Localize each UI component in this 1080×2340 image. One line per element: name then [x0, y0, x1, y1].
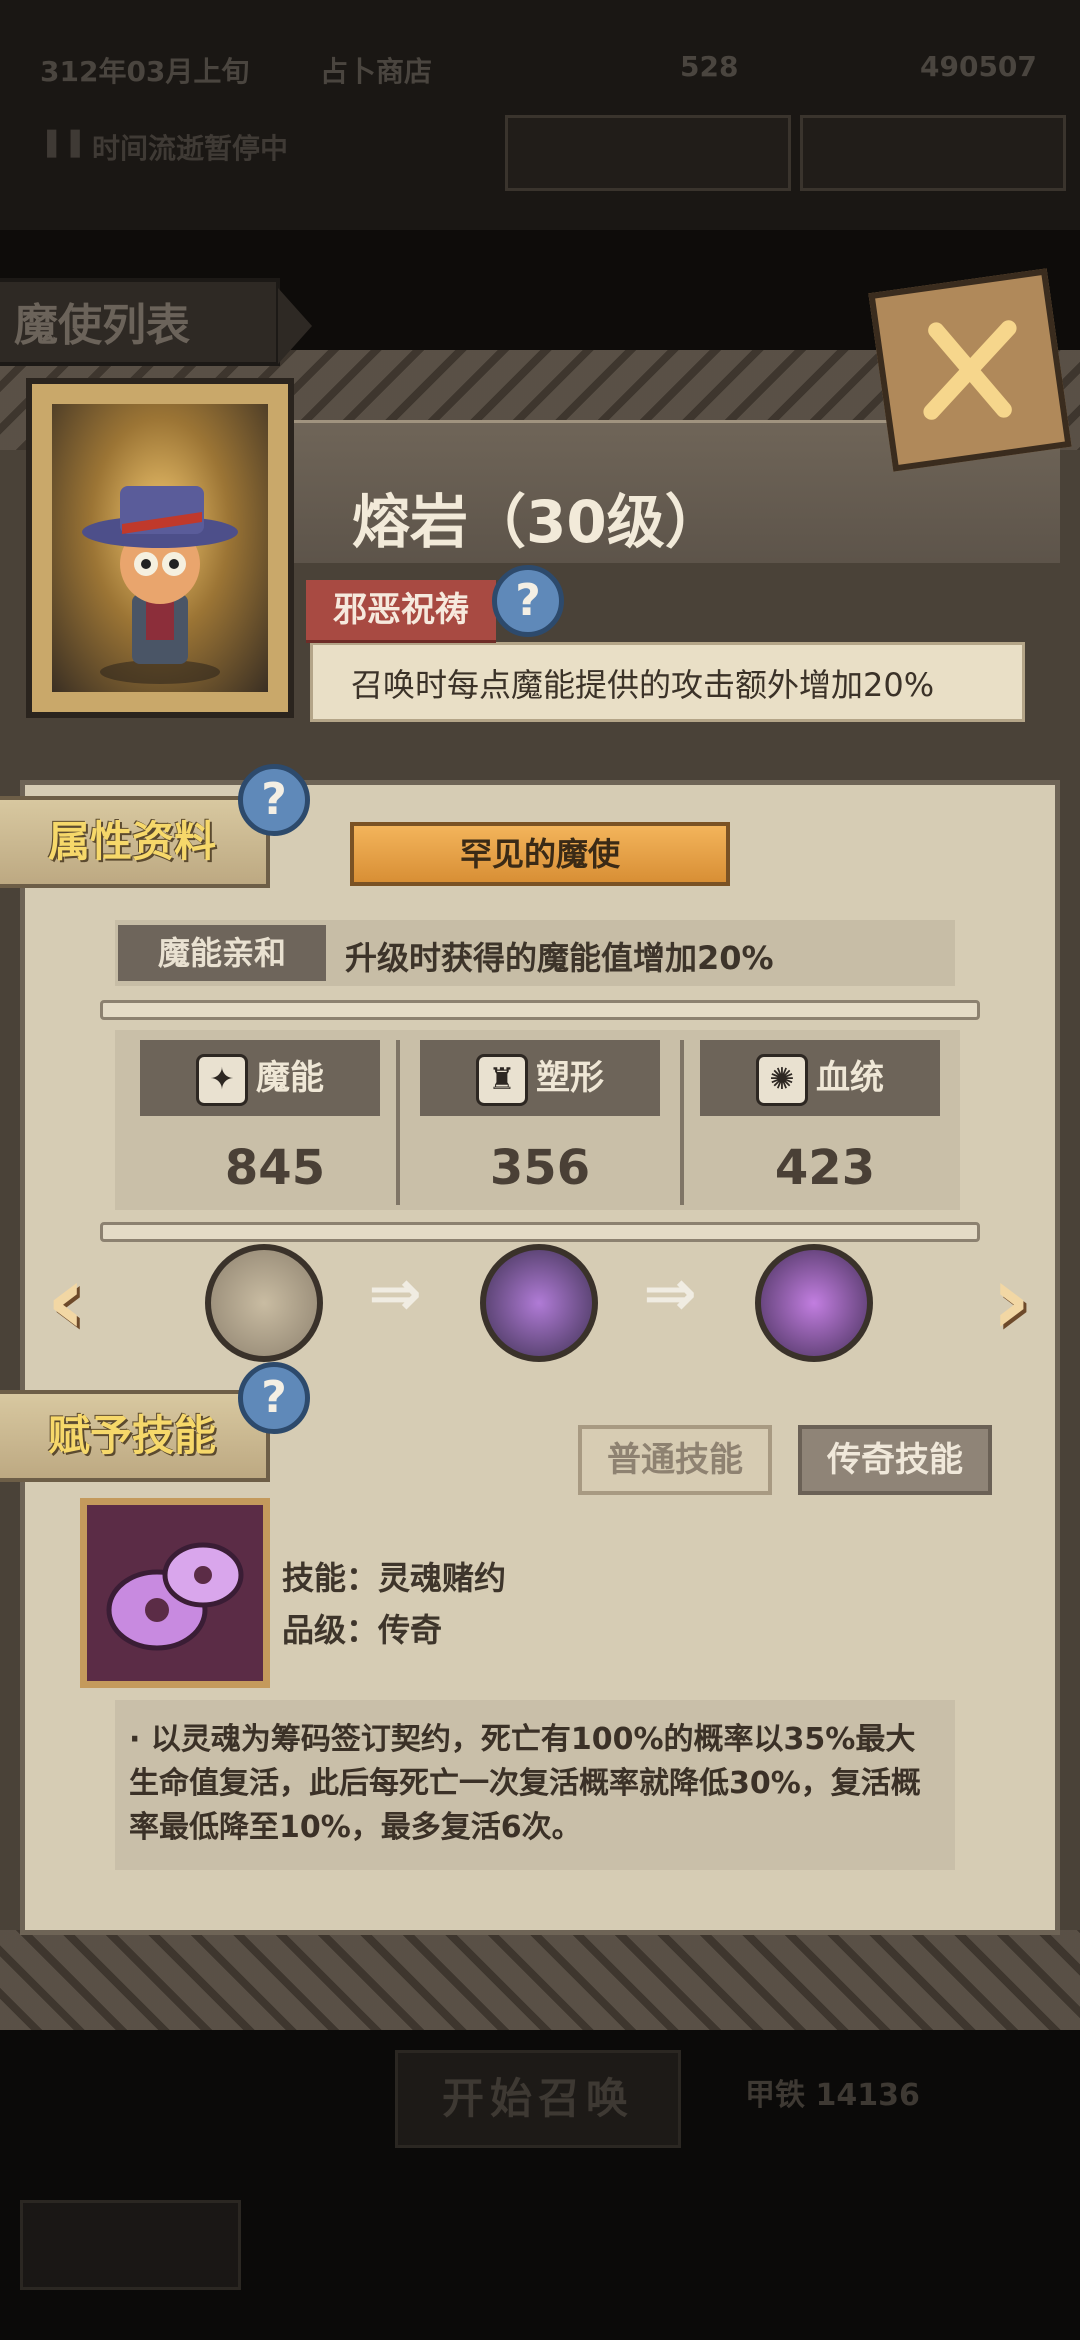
- background-button-2: [800, 115, 1066, 191]
- magic-icon: ✦: [196, 1053, 248, 1106]
- back-button: [20, 2200, 241, 2290]
- background-status-bar: 312年03月上旬 占卜商店 528 490507: [0, 40, 1080, 96]
- skill-name: 技能：灵魂赌约: [282, 1559, 507, 1597]
- hero-avatar-icon: [82, 486, 238, 684]
- affinity-label: 魔能亲和: [118, 925, 326, 981]
- panel-bottom-border: [0, 1930, 1080, 2030]
- stat-magic-value: 845: [224, 1140, 326, 1196]
- skills-help-icon[interactable]: ?: [238, 1362, 310, 1434]
- skill-description: · 以灵魂为筹码签订契约，死亡有100%的概率以35%最大生命值复活，此后每死亡…: [115, 1700, 955, 1870]
- soul-coin-icon: [106, 1542, 244, 1651]
- affinity-text: 升级时获得的魔能值增加20%: [345, 939, 774, 977]
- stat-magic-header: ✦ 魔能: [140, 1040, 380, 1116]
- shop-label: 占卜商店: [320, 55, 433, 88]
- hero-list-tab[interactable]: 魔使列表: [0, 278, 312, 366]
- hero-name: 熔岩（30级）: [352, 488, 723, 556]
- stat-bloodline-name: 血统: [816, 1058, 884, 1098]
- attributes-help-icon[interactable]: ?: [238, 764, 310, 836]
- hero-portrait-frame: [26, 378, 294, 718]
- time-status-label: 时间流逝暂停中: [92, 132, 289, 165]
- background-button-1: [505, 115, 791, 191]
- stat-divider: [396, 1040, 400, 1205]
- background-hud: 312年03月上旬 占卜商店 528 490507 ❚❚ 时间流逝暂停中: [0, 0, 1080, 230]
- summon-cost-label: 甲铁 14136: [745, 2078, 920, 2113]
- next-hero-arrow[interactable]: ›: [975, 1250, 1047, 1350]
- stat-bloodline-value: 423: [774, 1140, 876, 1196]
- evolution-arrow-icon: ⇒: [643, 1257, 697, 1331]
- close-icon: [923, 320, 1017, 420]
- date-label: 312年03月上旬: [40, 55, 250, 88]
- stat-body-name: 塑形: [536, 1058, 604, 1098]
- trait-help-icon[interactable]: ?: [492, 565, 564, 637]
- rarity-banner: 罕见的魔使: [350, 822, 730, 886]
- currency2-value: 490507: [920, 50, 1037, 83]
- body-icon: ♜: [476, 1053, 528, 1106]
- skill-icon-frame[interactable]: [80, 1498, 270, 1688]
- stat-bloodline-header: ✺ 血统: [700, 1040, 940, 1116]
- currency1-value: 528: [680, 50, 739, 83]
- attributes-section-label: 属性资料: [0, 796, 270, 888]
- background-bottom-bar: 开始召唤 甲铁 14136: [0, 2030, 1080, 2340]
- evolution-arrow-icon: ⇒: [368, 1257, 422, 1331]
- divider-rail-bottom: [100, 1222, 980, 1242]
- tab-normal-skill[interactable]: 普通技能: [578, 1425, 772, 1495]
- stat-magic-name: 魔能: [256, 1058, 324, 1098]
- skills-section-label: 赋予技能: [0, 1390, 270, 1482]
- bloodline-icon: ✺: [756, 1053, 808, 1106]
- evolution-stage-1-icon[interactable]: [205, 1244, 323, 1362]
- hero-portrait: [52, 404, 268, 692]
- stat-body-value: 356: [489, 1140, 591, 1196]
- evolution-stage-2-icon[interactable]: [480, 1244, 598, 1362]
- stat-divider: [680, 1040, 684, 1205]
- skill-grade: 品级：传奇: [282, 1611, 443, 1649]
- close-button[interactable]: [868, 268, 1072, 472]
- pause-icon: ❚❚: [40, 125, 87, 158]
- stat-body-header: ♜ 塑形: [420, 1040, 660, 1116]
- tab-legend-skill[interactable]: 传奇技能: [798, 1425, 992, 1495]
- background-time-row: ❚❚ 时间流逝暂停中: [0, 115, 1080, 191]
- trait-description: 召唤时每点魔能提供的攻击额外增加20%: [310, 642, 1025, 722]
- trait-name-tag: 邪恶祝祷: [306, 580, 496, 643]
- start-summon-button: 开始召唤: [395, 2050, 681, 2148]
- prev-hero-arrow[interactable]: ‹: [30, 1250, 102, 1350]
- divider-rail-top: [100, 1000, 980, 1020]
- evolution-stage-3-icon[interactable]: [755, 1244, 873, 1362]
